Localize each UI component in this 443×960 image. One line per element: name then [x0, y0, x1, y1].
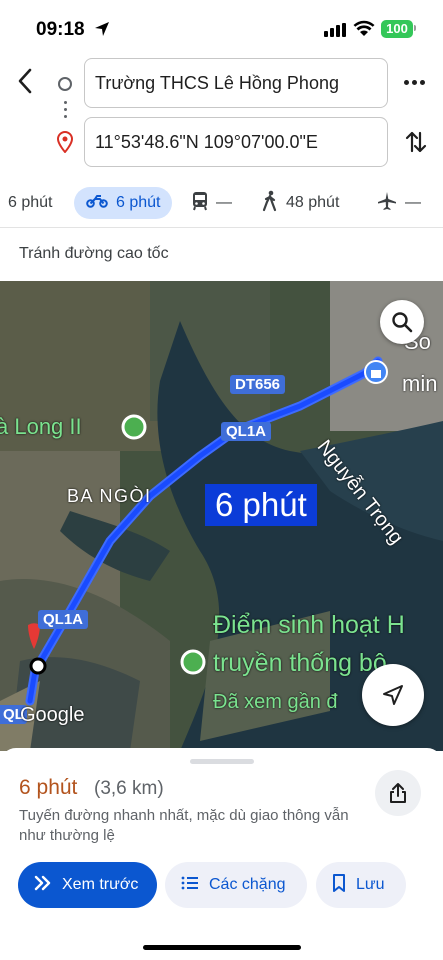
travel-modes: 6 phút 6 phút — 48 phút — — [0, 182, 443, 222]
route-time-label: 6 phút — [205, 484, 317, 526]
route-details-sheet: 6 phút (3,6 km) Tuyến đường nhanh nhất, … — [0, 748, 443, 960]
origin-input[interactable]: Trường THCS Lê Hồng Phong — [84, 58, 388, 108]
more-icon[interactable] — [404, 80, 425, 85]
mode-flight[interactable]: — — [377, 187, 421, 219]
search-icon[interactable] — [380, 300, 424, 344]
status-time: 09:18 — [36, 19, 85, 40]
map-label-dt656: DT656 — [230, 375, 286, 394]
status-bar: 09:18 100 — [0, 0, 443, 56]
preview-button-label: Xem trước — [62, 876, 139, 893]
map-label-long-ii: à Long II — [0, 414, 82, 439]
poi-subtitle: Đã xem gần đ — [213, 691, 338, 713]
mode-car-time: 6 phút — [8, 194, 53, 211]
mode-transit[interactable]: — — [192, 187, 232, 219]
mode-car[interactable]: 6 phút — [8, 187, 52, 219]
destination-pin-icon — [56, 130, 74, 158]
transit-icon — [192, 191, 208, 216]
navigate-icon[interactable] — [362, 664, 424, 726]
mode-motorbike[interactable]: 6 phút — [74, 187, 173, 219]
google-logo: Google — [20, 704, 85, 726]
divider — [0, 227, 443, 228]
poi-title-line1: Điểm sinh hoạt H — [213, 611, 405, 639]
avoid-highways-option[interactable]: Tránh đường cao tốc — [19, 245, 169, 263]
route-distance: (3,6 km) — [94, 778, 164, 799]
steps-button-label: Các chặng — [209, 876, 286, 893]
battery-indicator: 100 — [381, 20, 413, 38]
mode-walk-time: 48 phút — [286, 194, 340, 211]
walk-icon — [262, 190, 278, 217]
save-button-label: Lưu — [356, 876, 385, 893]
poi-title-line2: truyền thống bộ — [213, 649, 387, 677]
route-dots — [64, 101, 67, 122]
origin-circle-icon — [58, 77, 72, 91]
destination-input[interactable]: 11°53'48.6"N 109°07'00.0"E — [84, 117, 388, 167]
route-description: Tuyến đường nhanh nhất, mặc dù giao thôn… — [19, 807, 349, 844]
sheet-handle[interactable] — [190, 759, 254, 764]
map-label-ba-ngoi: BA NGÒI — [67, 486, 152, 506]
map-label-ql1a-bottom: QL1A — [38, 610, 89, 629]
preview-button[interactable]: Xem trước — [18, 862, 157, 908]
motorbike-icon — [86, 194, 108, 213]
map-label-min: min — [402, 371, 438, 396]
location-arrow-icon — [94, 21, 110, 42]
steps-button[interactable]: Các chặng — [165, 862, 307, 908]
flight-icon — [377, 191, 397, 216]
double-chevron-icon — [34, 875, 52, 896]
wifi-icon — [353, 20, 375, 42]
battery-tip — [414, 25, 416, 31]
mode-flight-time: — — [405, 194, 421, 211]
mode-walk[interactable]: 48 phút — [262, 187, 339, 219]
swap-icon[interactable] — [405, 129, 427, 160]
bookmark-icon — [332, 873, 346, 897]
route-duration: 6 phút — [19, 776, 78, 799]
back-arrow-icon[interactable] — [14, 66, 38, 96]
signal-icon — [324, 23, 346, 37]
mode-transit-time: — — [216, 194, 232, 211]
share-icon[interactable] — [375, 770, 421, 816]
list-icon — [181, 875, 199, 896]
map-label-ql1a-top: QL1A — [221, 422, 272, 441]
mode-motorbike-time: 6 phút — [116, 194, 161, 211]
home-indicator[interactable] — [143, 945, 301, 950]
save-button[interactable]: Lưu — [316, 862, 406, 908]
